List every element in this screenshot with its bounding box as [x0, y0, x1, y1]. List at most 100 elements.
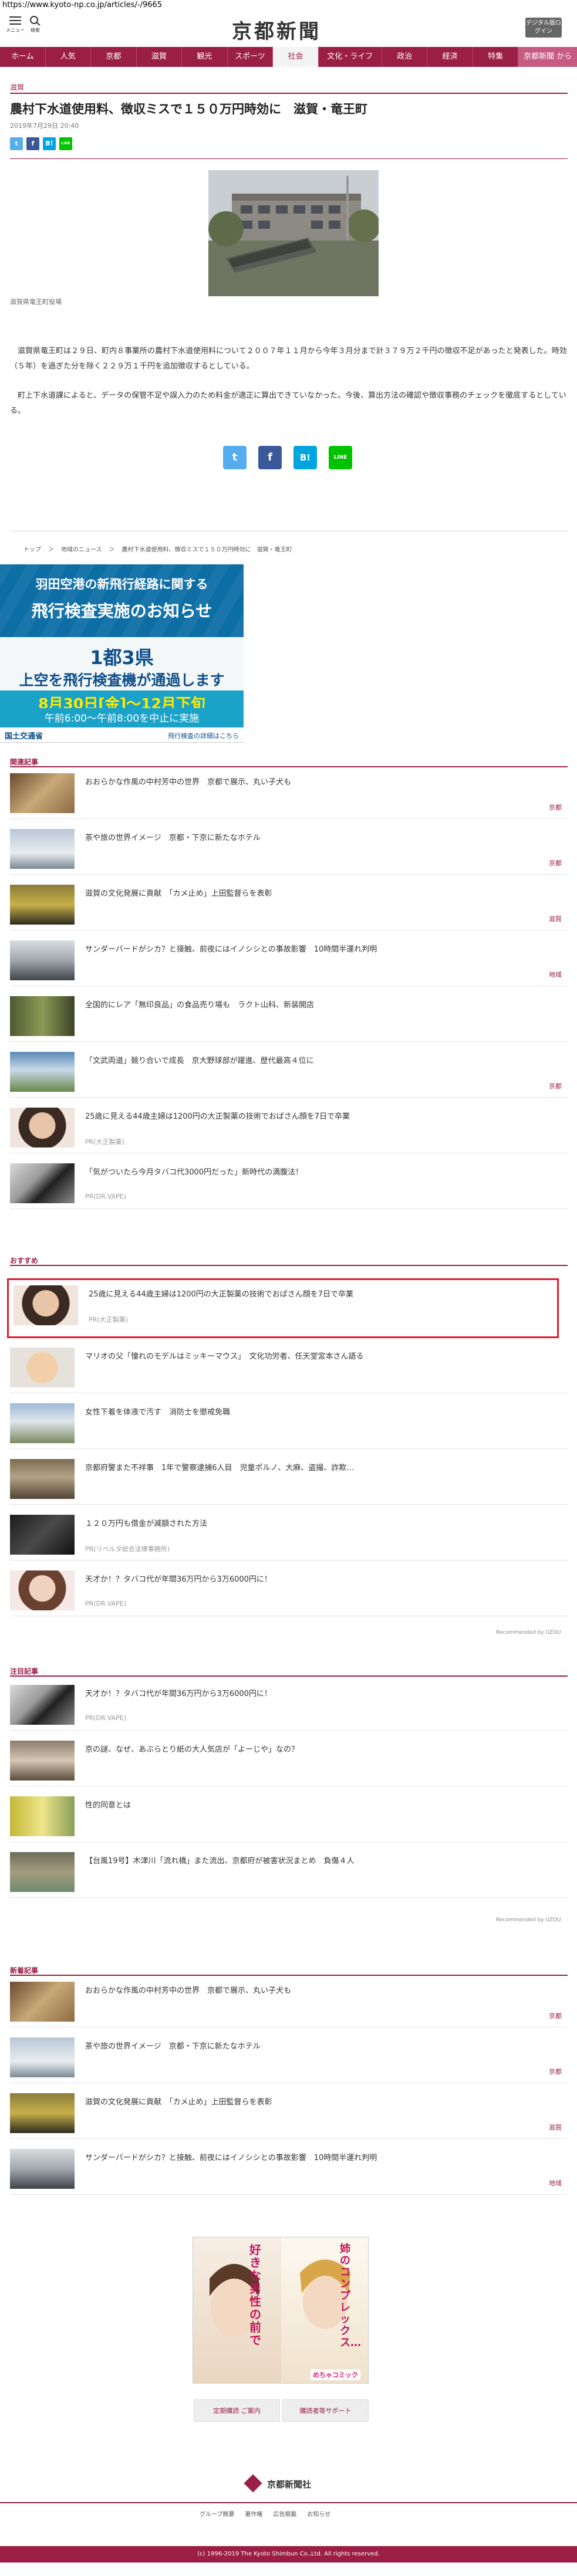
recommend-item[interactable]: 女性下着を体液で汚す 消防士を懲戒免職	[10, 1400, 568, 1449]
related-tag[interactable]: 地域	[549, 970, 562, 979]
recommend-item[interactable]: マリオの父「憧れのモデルはミッキーマウス」 文化功労者、任天堂宮本さん語る	[10, 1344, 568, 1393]
breadcrumb-top[interactable]: トップ	[23, 544, 41, 553]
hatena-share-small[interactable]: B!	[43, 137, 56, 150]
recommend-title: 京都府警また不祥事 1年で警察逮捕6人目 児童ポルノ、大麻、盗撮、詐欺…	[85, 1464, 355, 1473]
latest-item[interactable]: サンダーバードがシカ？と接触、前夜にはイノシシとの事故影響 10時間半運れ判明 …	[10, 2145, 568, 2195]
featured-thumbnail	[10, 1796, 75, 1836]
line-share-small[interactable]: LINE	[59, 137, 72, 150]
main-nav: ホーム 人気 京都 滋賀 観光 スポーツ 社会 文化・ライフ 政治 経済 特集 …	[0, 47, 577, 67]
featured-title: 京の謎、なぜ、あぶらとり紙の大人気店が「よーじや」なの？	[85, 1745, 299, 1754]
related-thumbnail	[10, 940, 75, 980]
related-item[interactable]: 茶や旅の世界イメージ 京都・下京に新たなホテル 京都	[10, 825, 568, 875]
town-hall-photo	[208, 170, 379, 296]
recommend-item[interactable]: 京都府警また不祥事 1年で警察逮捕6人目 児童ポルノ、大麻、盗撮、詐欺…	[10, 1455, 568, 1505]
featured-item[interactable]: 京の謎、なぜ、あぶらとり紙の大人気店が「よーじや」なの？	[10, 1737, 568, 1786]
footer-logo-icon	[244, 2474, 262, 2493]
footer-link-notice[interactable]: お知らせ	[307, 2509, 330, 2518]
latest-tag[interactable]: 京都	[549, 2067, 562, 2076]
article-section[interactable]: 滋賀	[10, 82, 24, 92]
nav-special[interactable]: 特集	[473, 47, 519, 67]
digital-login-button[interactable]: デジタル版ログイン	[525, 18, 562, 38]
nav-economy[interactable]: 経済	[427, 47, 473, 67]
related-item[interactable]: 全国的にレア「無印良品」の食品売り場も ラクト山科、新装開店	[10, 993, 568, 1042]
nav-shiga[interactable]: 滋賀	[137, 47, 183, 67]
featured-title: 性的同意とは	[85, 1801, 131, 1810]
related-tag[interactable]: 滋賀	[549, 914, 562, 923]
manga-ad-banner[interactable]: 好きな男性の前で 姉のコンプレックス… めちゃコミック	[193, 2237, 369, 2384]
latest-tag[interactable]: 京都	[549, 2011, 562, 2020]
latest-thumbnail	[10, 2149, 75, 2189]
recommend-title: 天才か！？タバコ代が年間36万円から3万6000円に！	[85, 1575, 272, 1584]
subscription-info-button[interactable]: 定期購読 ご案内	[194, 2399, 280, 2422]
latest-item[interactable]: 滋賀の文化発展に貢献 「カメ止め」上田監督らを表彰 滋賀	[10, 2090, 568, 2139]
site-logo[interactable]: 京都新聞	[232, 15, 321, 44]
mlit-ad-banner[interactable]: 羽田空港の新飛行経路に関する 飛行検査実施のお知らせ 1都3県 上空を飛行検査機…	[0, 564, 244, 727]
latest-item[interactable]: おおらかな作風の中村芳中の世界 京都で展示、丸い子犬も 京都	[10, 1978, 568, 2027]
line-share-button[interactable]: LINE	[329, 446, 352, 469]
featured-item[interactable]: 天才か！？タバコ代が年間36万円から3万6000円に！ PR(DR.VAPE)	[10, 1681, 568, 1731]
nav-tourism[interactable]: 観光	[182, 47, 228, 67]
related-tag[interactable]: 京都	[549, 803, 562, 812]
related-heading: 関連記事	[10, 758, 39, 766]
footer-link-ads[interactable]: 広告掲載	[273, 2509, 296, 2518]
latest-tag[interactable]: 滋賀	[549, 2123, 562, 2132]
nav-politics[interactable]: 政治	[382, 47, 428, 67]
nav-society[interactable]: 社会	[273, 47, 319, 67]
related-thumbnail	[10, 1052, 75, 1092]
nav-culture[interactable]: 文化・ライフ	[319, 47, 382, 67]
featured-thumbnail	[10, 1852, 75, 1892]
related-item[interactable]: 25歳に見える44歳主婦は1200円の大正製薬の技術でおばさん顔を7日で卒業 P…	[10, 1104, 568, 1153]
footer-link-group[interactable]: グループ概要	[200, 2509, 234, 2518]
related-title: 「文武両道」競り合いで成長 京大野球部が躍進、歴代最高４位に	[85, 1057, 314, 1065]
mlit-ad-footer[interactable]: 国土交通省 飛行検査の詳細はこちら	[0, 727, 244, 743]
footer-link-copyright[interactable]: 著作権	[245, 2509, 262, 2518]
latest-tag[interactable]: 地域	[549, 2178, 562, 2188]
nav-home[interactable]: ホーム	[0, 47, 46, 67]
nav-kyoto[interactable]: 京都	[91, 47, 137, 67]
ad-more-link[interactable]: 飛行検査の詳細はこちら	[168, 731, 239, 740]
featured-item[interactable]: 性的同意とは	[10, 1793, 568, 1842]
url-bar[interactable]: https://www.kyoto-np.co.jp/articles/-/96…	[0, 0, 577, 11]
nav-popular[interactable]: 人気	[46, 47, 92, 67]
nav-from-kyoto[interactable]: 京都新聞 から	[518, 47, 577, 67]
recommend-thumbnail	[10, 1570, 75, 1610]
recommend-item[interactable]: １２０万円も借金が減額された方法 PR(リベルタ総合法律事務所)	[10, 1511, 568, 1561]
related-item[interactable]: 「文武両道」競り合いで成長 京大野球部が躍進、歴代最高４位に 京都	[10, 1048, 568, 1098]
line-icon: LINE	[333, 455, 347, 461]
related-item[interactable]: サンダーバードがシカ？と接触、前夜にはイノシシとの事故影響 10時間半運れ判明 …	[10, 937, 568, 986]
recommend-item[interactable]: 天才か！？タバコ代が年間36万円から3万6000円に！ PR(DR.VAPE)	[10, 1567, 568, 1616]
search-icon	[30, 16, 41, 26]
footer-logo[interactable]: 京都新聞社	[267, 2478, 311, 2490]
nav-sports[interactable]: スポーツ	[228, 47, 274, 67]
related-title: 茶や旅の世界イメージ 京都・下京に新たなホテル	[85, 834, 261, 842]
related-item[interactable]: おおらかな作風の中村芳中の世界 京都で展示、丸い子犬も 京都	[10, 770, 568, 819]
related-thumbnail	[10, 773, 75, 813]
twitter-share-small[interactable]: t	[10, 137, 23, 150]
breadcrumb-separator: ＞	[109, 547, 115, 553]
facebook-share-small[interactable]: f	[26, 137, 39, 150]
uzou-credit[interactable]: Recommended by UZOU	[496, 1917, 561, 1923]
related-sponsor: PR(大正製薬)	[85, 1138, 124, 1146]
related-title: 滋賀の文化発展に貢献 「カメ止め」上田監督らを表彰	[85, 889, 272, 898]
featured-item[interactable]: 【台風19号】木津川「流れ橋」また流出、京都府が被害状況まとめ 負傷４人	[10, 1849, 568, 1898]
related-tag[interactable]: 京都	[549, 1081, 562, 1091]
latest-item[interactable]: 茶や旅の世界イメージ 京都・下京に新たなホテル 京都	[10, 2034, 568, 2083]
facebook-share-button[interactable]: f	[258, 446, 282, 469]
twitter-icon: t	[232, 451, 238, 463]
uzou-credit[interactable]: Recommended by UZOU	[496, 1630, 561, 1636]
subscriber-support-button[interactable]: 購読者等サポート	[282, 2399, 369, 2422]
featured-title: 天才か！？タバコ代が年間36万円から3万6000円に！	[85, 1690, 272, 1698]
related-item[interactable]: 滋賀の文化発展に貢献 「カメ止め」上田監督らを表彰 滋賀	[10, 881, 568, 930]
breadcrumb-current: 農村下水道使用料、徴収ミスで１５０万円時効に 滋賀・竜王町	[122, 547, 292, 553]
search-label: 検索	[31, 28, 40, 33]
related-item[interactable]: 「気がついたら今月タバコ代3000円だった」新時代の満腹法！ PR(DR.VAP…	[10, 1160, 568, 1209]
twitter-share-button[interactable]: t	[223, 446, 247, 469]
divider	[10, 1975, 568, 1976]
hatena-share-button[interactable]: B!	[293, 446, 317, 469]
recommend-sponsor: PR(DR.VAPE)	[85, 1600, 127, 1607]
search-button[interactable]: 検索	[23, 13, 47, 43]
divider	[10, 1675, 568, 1677]
latest-thumbnail	[10, 2093, 75, 2133]
related-tag[interactable]: 京都	[549, 858, 562, 868]
breadcrumb-local-news[interactable]: 地域のニュース	[61, 544, 102, 553]
